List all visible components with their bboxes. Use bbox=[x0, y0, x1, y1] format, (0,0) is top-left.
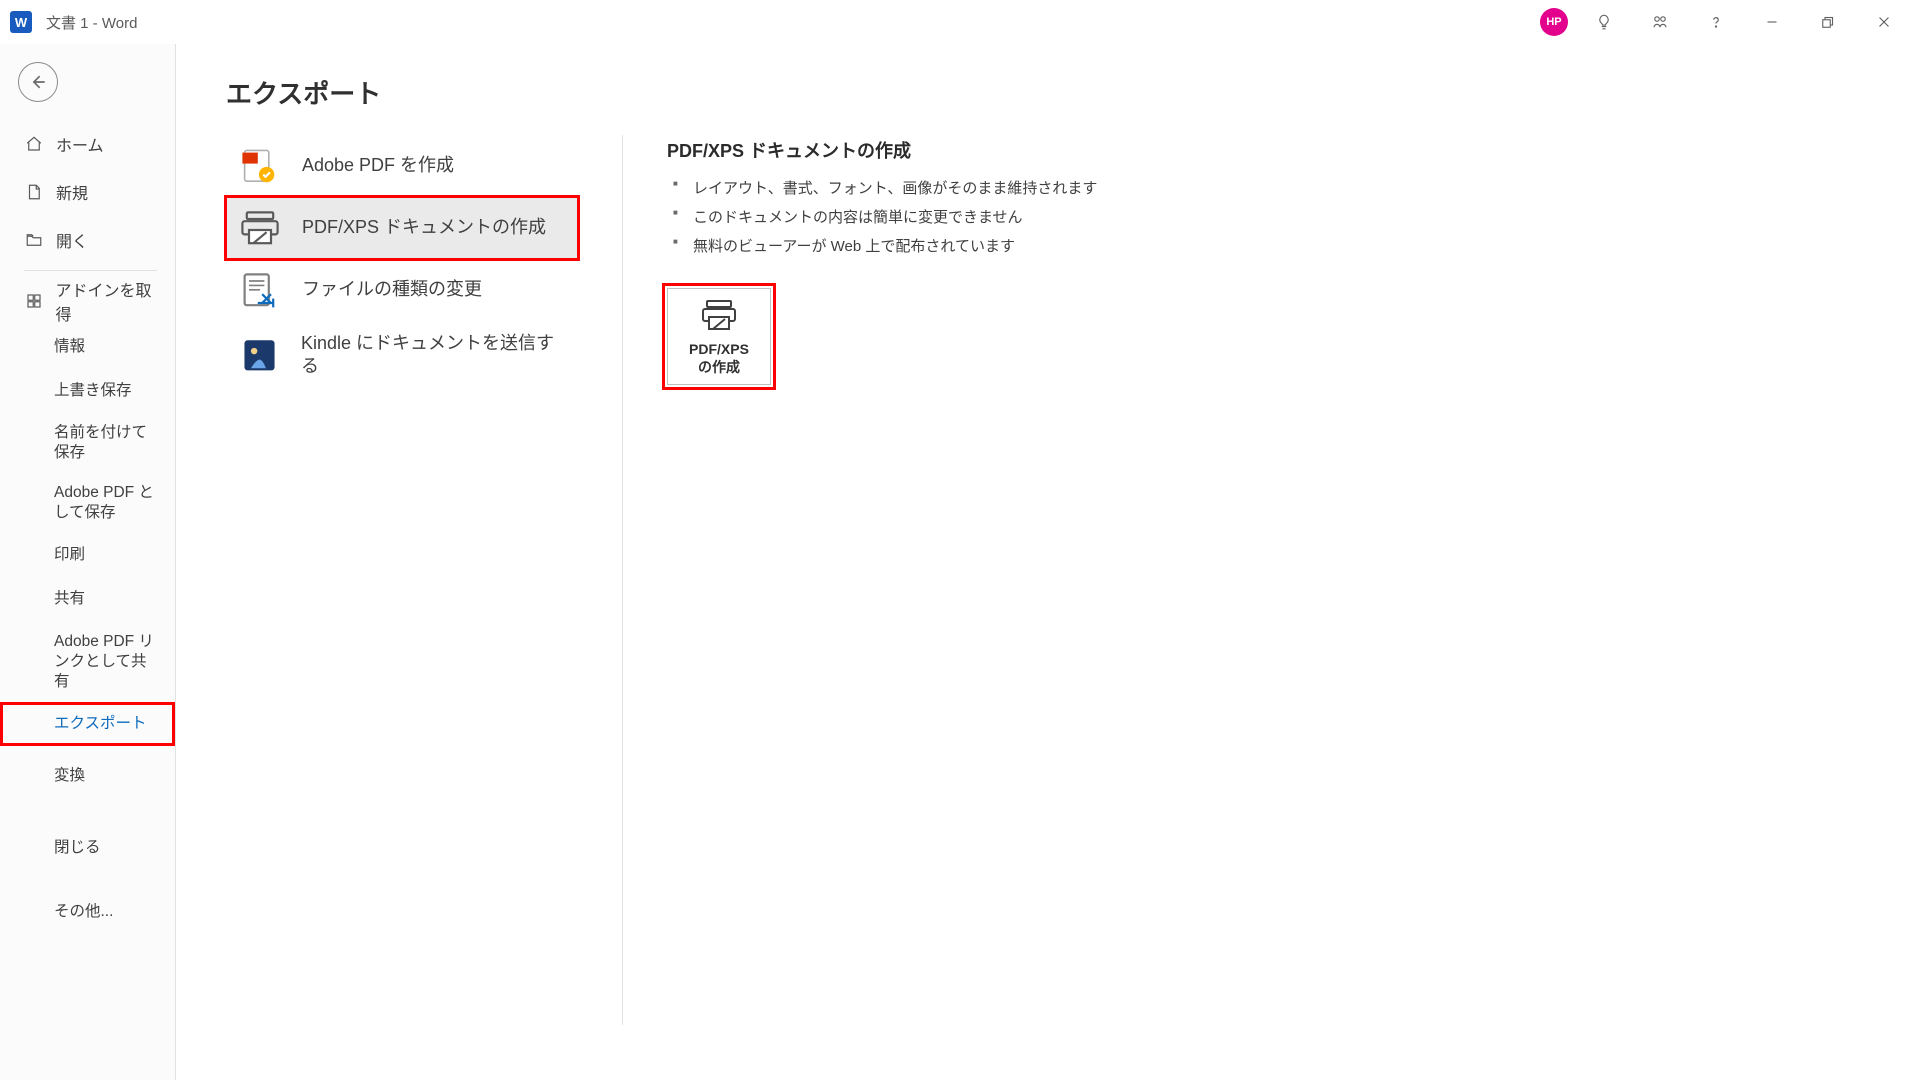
export-option-change-type[interactable]: ファイルの種類の変更 bbox=[226, 259, 578, 321]
export-option-pdf-xps[interactable]: PDF/XPS ドキュメントの作成 bbox=[226, 197, 578, 259]
folder-open-icon bbox=[24, 230, 44, 250]
column-divider bbox=[622, 135, 623, 1025]
nav-print[interactable]: 印刷 bbox=[0, 534, 175, 578]
minimize-button[interactable] bbox=[1744, 0, 1800, 44]
nav-save[interactable]: 上書き保存 bbox=[0, 369, 175, 413]
word-app-icon: W bbox=[10, 11, 32, 33]
feedback-icon[interactable] bbox=[1632, 0, 1688, 44]
nav-export[interactable]: エクスポート bbox=[0, 702, 175, 746]
nav-label: Adobe PDF リンクとして共有 bbox=[54, 632, 161, 692]
new-file-icon bbox=[24, 182, 44, 202]
nav-label: その他... bbox=[54, 902, 113, 922]
export-pdfxps-icon bbox=[238, 208, 282, 248]
detail-bullet: レイアウト、書式、フォント、画像がそのまま維持されます bbox=[667, 173, 1920, 202]
backstage-leftnav: ホーム 新規 開く アドインを取得 情報 上書き保存 bbox=[0, 44, 176, 1080]
export-option-list: Adobe PDF を作成 PDF/XPS ドキュメントの作成 ファイルの種類の… bbox=[226, 135, 578, 1025]
nav-separator bbox=[24, 270, 157, 271]
export-detail: PDF/XPS ドキュメントの作成 レイアウト、書式、フォント、画像がそのまま維… bbox=[667, 135, 1920, 1025]
nav-transform[interactable]: 変換 bbox=[0, 754, 175, 798]
export-option-kindle[interactable]: Kindle にドキュメントを送信する bbox=[226, 321, 578, 389]
nav-other[interactable]: その他... bbox=[0, 890, 175, 934]
nav-label: アドインを取得 bbox=[56, 277, 165, 325]
detail-title: PDF/XPS ドキュメントの作成 bbox=[667, 137, 1920, 163]
detail-bullet: 無料のビューアーが Web 上で配布されています bbox=[667, 231, 1920, 260]
nav-label: 情報 bbox=[54, 337, 85, 357]
kindle-icon bbox=[238, 335, 281, 375]
nav-label: 変換 bbox=[54, 766, 85, 786]
nav-label: 印刷 bbox=[54, 545, 85, 565]
nav-label: ホーム bbox=[56, 132, 104, 156]
detail-bullet: このドキュメントの内容は簡単に変更できません bbox=[667, 202, 1920, 231]
account-avatar[interactable]: HP bbox=[1540, 8, 1568, 36]
document-title: 文書 1 - Word bbox=[46, 12, 137, 33]
nav-label: 共有 bbox=[54, 589, 85, 609]
home-icon bbox=[24, 134, 44, 154]
change-filetype-icon bbox=[238, 270, 282, 310]
adobe-pdf-icon bbox=[238, 146, 282, 186]
nav-addins[interactable]: アドインを取得 bbox=[0, 277, 175, 325]
addins-icon bbox=[24, 291, 44, 311]
nav-label: 開く bbox=[56, 228, 88, 252]
nav-share[interactable]: 共有 bbox=[0, 578, 175, 622]
nav-label: Adobe PDF として保存 bbox=[54, 483, 161, 523]
nav-label: 名前を付けて保存 bbox=[54, 423, 161, 463]
create-pdfxps-button[interactable]: PDF/XPS の作成 bbox=[667, 288, 771, 385]
create-pdfxps-icon bbox=[699, 299, 739, 331]
nav-saveas[interactable]: 名前を付けて保存 bbox=[0, 413, 175, 473]
nav-new[interactable]: 新規 bbox=[0, 168, 175, 216]
titlebar: W 文書 1 - Word HP bbox=[0, 0, 1920, 44]
detail-bullets: レイアウト、書式、フォント、画像がそのまま維持されます このドキュメントの内容は… bbox=[667, 173, 1920, 260]
restore-button[interactable] bbox=[1800, 0, 1856, 44]
nav-label: エクスポート bbox=[54, 714, 147, 734]
export-option-adobe-pdf[interactable]: Adobe PDF を作成 bbox=[226, 135, 578, 197]
page-title: エクスポート bbox=[226, 74, 1920, 111]
export-option-label: PDF/XPS ドキュメントの作成 bbox=[302, 216, 546, 239]
create-pdfxps-label: PDF/XPS の作成 bbox=[689, 341, 749, 376]
lightbulb-icon[interactable] bbox=[1576, 0, 1632, 44]
nav-close[interactable]: 閉じる bbox=[0, 826, 175, 870]
nav-adobe-share[interactable]: Adobe PDF リンクとして共有 bbox=[0, 622, 175, 702]
nav-label: 上書き保存 bbox=[54, 381, 132, 401]
export-option-label: Adobe PDF を作成 bbox=[302, 154, 454, 177]
nav-label: 新規 bbox=[56, 180, 88, 204]
nav-home[interactable]: ホーム bbox=[0, 120, 175, 168]
nav-adobe-save[interactable]: Adobe PDF として保存 bbox=[0, 473, 175, 533]
content-area: エクスポート Adobe PDF を作成 PDF/XPS ドキュメントの作成 bbox=[176, 44, 1920, 1080]
back-button[interactable] bbox=[18, 62, 58, 102]
nav-info[interactable]: 情報 bbox=[0, 325, 175, 369]
export-option-label: Kindle にドキュメントを送信する bbox=[301, 332, 566, 379]
nav-open[interactable]: 開く bbox=[0, 216, 175, 264]
export-option-label: ファイルの種類の変更 bbox=[302, 278, 482, 301]
close-window-button[interactable] bbox=[1856, 0, 1912, 44]
nav-label: 閉じる bbox=[54, 838, 101, 858]
help-icon[interactable] bbox=[1688, 0, 1744, 44]
